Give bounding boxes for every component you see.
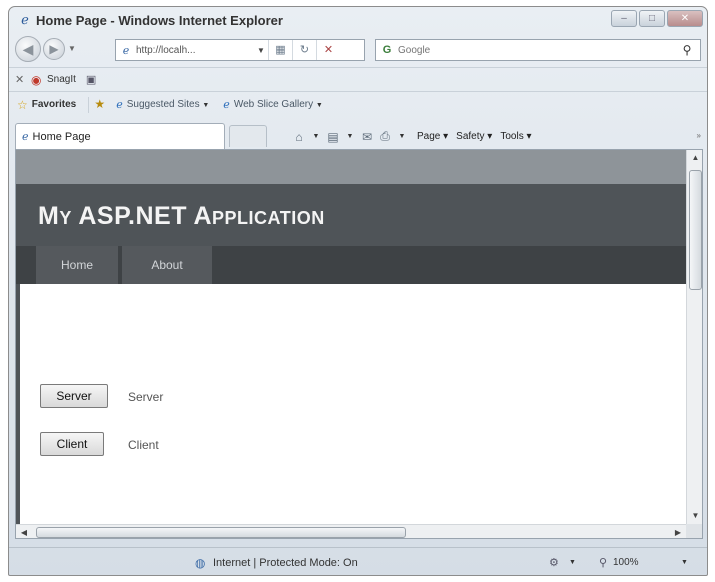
site-title: My ASP.NET Application — [38, 202, 325, 230]
safety-menu-label: Safety — [456, 131, 485, 142]
snagit-icon: ◉ — [31, 72, 42, 87]
chevron-down-icon[interactable]: ▼ — [343, 133, 357, 140]
scrollbar-corner — [686, 524, 702, 538]
favorites-button[interactable]: Favorites — [32, 99, 76, 110]
scroll-up-icon[interactable]: ▲ — [687, 150, 702, 166]
web-slice-icon: ℯ — [223, 99, 230, 111]
navigation-bar: ◀ ▶ ▼ ℯ http://localh... ▼ ▦ ↻ ✕ G ⚲ — [9, 33, 707, 67]
chevron-down-icon: ▼ — [202, 102, 210, 109]
add-to-favorites-icon[interactable]: ★ — [88, 96, 106, 113]
main-content — [16, 284, 686, 524]
site-menu: Home About — [16, 246, 686, 284]
tab-page-icon: ℯ — [22, 131, 29, 143]
forward-arrow-icon: ▶ — [49, 42, 59, 56]
back-button[interactable]: ◀ — [15, 36, 41, 62]
zone-settings-icon[interactable]: ⚙ — [549, 556, 559, 569]
safety-menu[interactable]: Safety ▾ — [456, 131, 492, 142]
suggested-sites-label: Suggested Sites — [126, 99, 200, 110]
close-button[interactable]: ✕ — [667, 10, 703, 27]
server-button[interactable]: Server — [40, 384, 108, 408]
window-controls: – □ ✕ — [611, 10, 703, 27]
address-input[interactable]: http://localh... — [136, 45, 254, 56]
chevron-down-icon: ▼ — [315, 102, 323, 109]
tab-command-bar: ℯ Home Page ⌂ ▼ ▤ ▼ ✉ ⎙ ▼ Page ▾ Safety … — [9, 117, 707, 149]
search-box[interactable]: G ⚲ — [375, 39, 701, 61]
web-slice-gallery-label: Web Slice Gallery — [233, 99, 314, 110]
suggested-sites-link[interactable]: Suggested Sites ▼ — [127, 99, 210, 110]
horizontal-scroll-thumb[interactable] — [36, 527, 406, 538]
snagit-button[interactable]: SnagIt — [47, 74, 76, 85]
vertical-scroll-thumb[interactable] — [689, 170, 702, 290]
favorites-bar: ☆ Favorites ★ ℯ Suggested Sites ▼ ℯ Web … — [9, 91, 707, 117]
address-dropdown-icon[interactable]: ▼ — [254, 46, 268, 55]
tools-menu[interactable]: Tools ▾ — [500, 131, 531, 142]
zoom-level[interactable]: 100% — [613, 557, 639, 568]
recent-pages-dropdown-icon[interactable]: ▼ — [68, 44, 76, 53]
mail-icon[interactable]: ✉ — [359, 130, 375, 144]
client-label: Client — [128, 438, 159, 452]
web-slice-gallery-link[interactable]: Web Slice Gallery ▼ — [234, 99, 323, 110]
search-icon[interactable]: ⚲ — [674, 43, 700, 57]
chevron-down-icon[interactable]: ▼ — [681, 559, 688, 566]
tab-label: Home Page — [32, 130, 91, 143]
page-menu[interactable]: Page ▾ — [417, 131, 448, 142]
tools-menu-label: Tools — [500, 131, 524, 142]
snagit-toolbar: ✕ ◉ SnagIt ▣ — [9, 67, 707, 91]
search-input[interactable] — [398, 44, 674, 56]
browser-window: ℯ Home Page - Windows Internet Explorer … — [8, 6, 708, 576]
security-zone-text[interactable]: Internet | Protected Mode: On — [213, 557, 358, 569]
stop-icon[interactable]: ✕ — [316, 40, 340, 60]
suggested-sites-icon: ℯ — [116, 99, 123, 111]
home-icon[interactable]: ⌂ — [291, 130, 307, 144]
chevron-down-icon[interactable]: ▼ — [309, 133, 323, 140]
page-content: My ASP.NET Application Home About Server… — [15, 149, 703, 539]
more-commands-icon[interactable]: » — [697, 131, 701, 140]
refresh-icon[interactable]: ↻ — [292, 40, 316, 60]
ie-logo-icon: ℯ — [21, 12, 29, 27]
scroll-left-icon[interactable]: ◀ — [16, 525, 32, 538]
scroll-down-icon[interactable]: ▼ — [687, 508, 702, 524]
chevron-down-icon[interactable]: ▼ — [569, 559, 576, 566]
tab-home-page[interactable]: ℯ Home Page — [15, 123, 225, 149]
title-bar: ℯ Home Page - Windows Internet Explorer … — [9, 7, 707, 33]
print-icon[interactable]: ⎙ — [377, 129, 393, 144]
command-bar: ⌂ ▼ ▤ ▼ ✉ ⎙ ▼ Page ▾ Safety ▾ Tools ▾ — [291, 129, 531, 144]
back-arrow-icon: ◀ — [22, 41, 34, 57]
address-bar[interactable]: ℯ http://localh... ▼ ▦ ↻ ✕ — [115, 39, 365, 61]
menu-item-home[interactable]: Home — [36, 246, 118, 284]
forward-button[interactable]: ▶ — [43, 38, 65, 60]
client-button[interactable]: Client — [40, 432, 104, 456]
minimize-button[interactable]: – — [611, 10, 637, 27]
feeds-icon[interactable]: ▤ — [325, 130, 341, 144]
page-icon: ℯ — [122, 44, 130, 57]
capture-icon[interactable]: ▣ — [86, 73, 96, 86]
compatibility-view-icon[interactable]: ▦ — [268, 40, 292, 60]
toolbar-close-icon[interactable]: ✕ — [15, 73, 31, 86]
globe-icon: ◍ — [195, 556, 206, 570]
window-title: Home Page - Windows Internet Explorer — [36, 13, 283, 28]
vertical-scrollbar[interactable]: ▲ ▼ — [686, 150, 702, 524]
zoom-icon[interactable]: ⚲ — [599, 556, 607, 569]
search-provider-icon: G — [382, 44, 392, 56]
menu-item-about[interactable]: About — [122, 246, 212, 284]
page-top-band — [16, 150, 686, 184]
maximize-button[interactable]: □ — [639, 10, 665, 27]
status-bar: ◍ Internet | Protected Mode: On ⚙ ▼ ⚲ 10… — [9, 547, 707, 575]
chevron-down-icon[interactable]: ▼ — [395, 133, 409, 140]
new-tab-button[interactable] — [229, 125, 267, 147]
favorites-star-icon: ☆ — [17, 97, 28, 112]
page-menu-label: Page — [417, 131, 441, 142]
server-label: Server — [128, 390, 164, 404]
horizontal-scrollbar[interactable]: ◀ ▶ — [16, 524, 686, 538]
scroll-right-icon[interactable]: ▶ — [670, 525, 686, 538]
